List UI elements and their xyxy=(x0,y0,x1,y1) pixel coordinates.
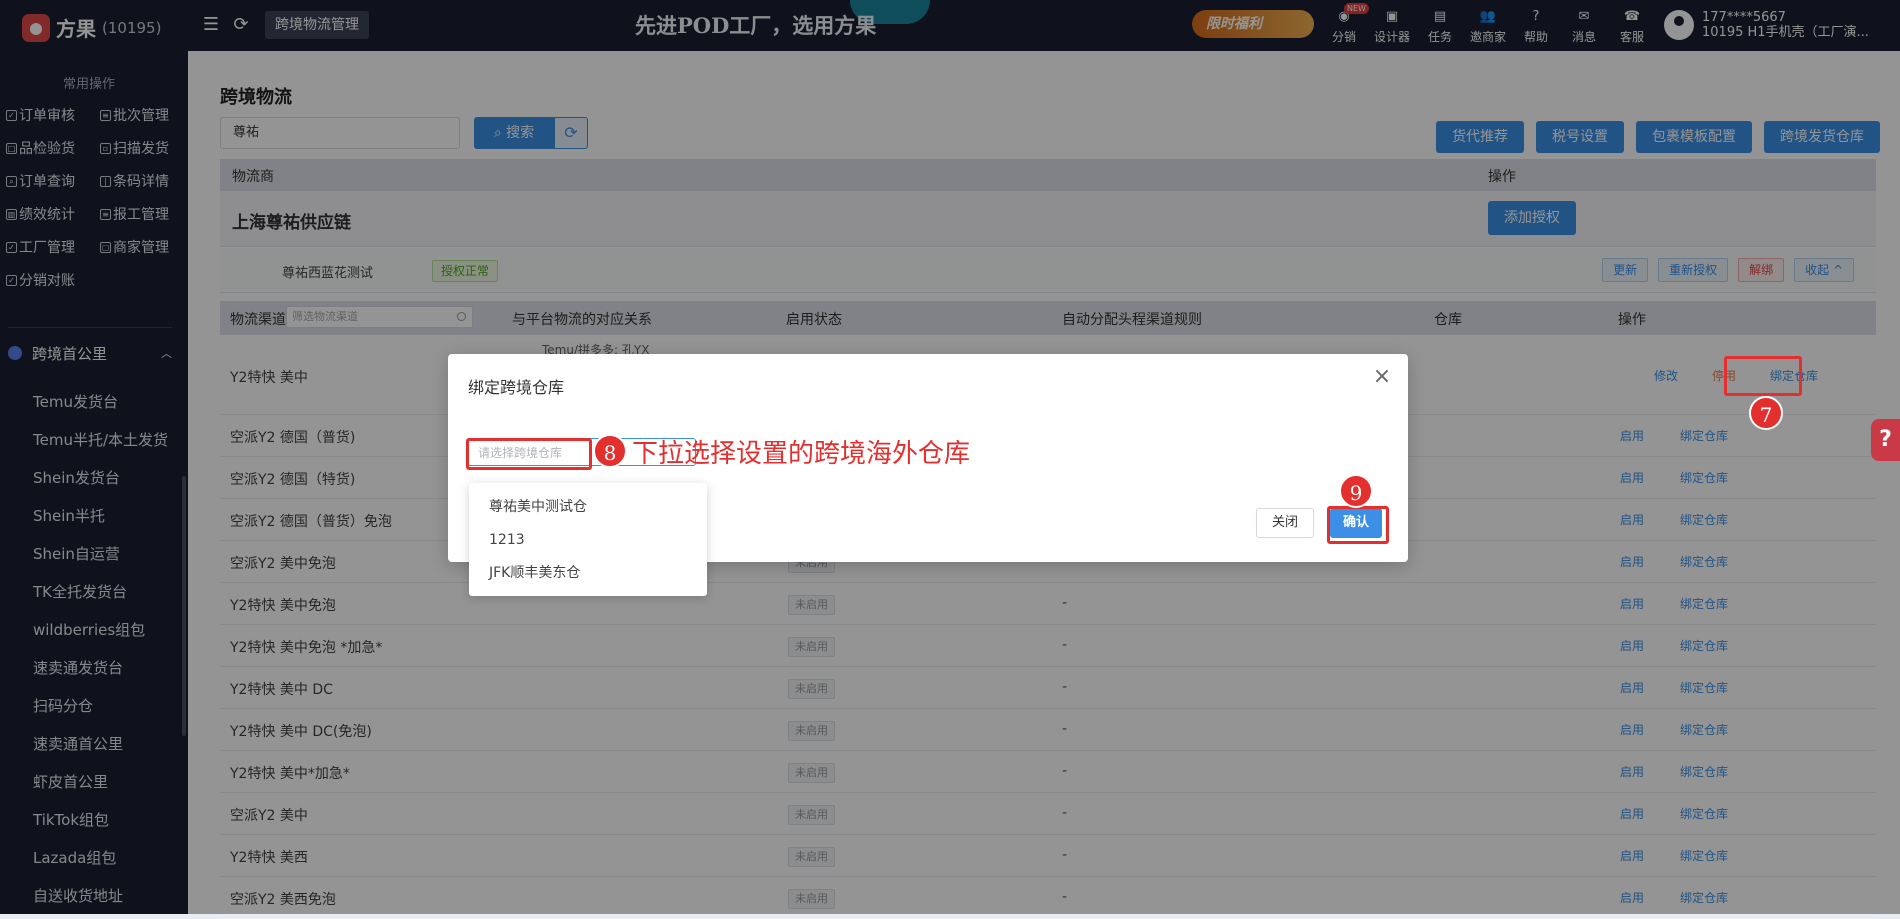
dropdown-option[interactable]: JFK顺丰美东仓 xyxy=(469,557,707,590)
warehouse-dropdown: 尊祐美中测试仓 1213 JFK顺丰美东仓 xyxy=(469,483,707,596)
dialog-title: 绑定跨境仓库 xyxy=(468,378,565,397)
annotation-hint: 下拉选择设置的跨境海外仓库 xyxy=(632,439,971,469)
highlight-bind-warehouse xyxy=(1724,356,1802,396)
dropdown-option[interactable]: 1213 xyxy=(469,524,707,557)
step-badge-9: 9 xyxy=(1339,474,1373,508)
highlight-select xyxy=(466,438,592,470)
highlight-confirm xyxy=(1327,506,1389,544)
step-badge-7: 7 xyxy=(1749,396,1783,430)
dropdown-option[interactable]: 尊祐美中测试仓 xyxy=(469,491,707,524)
step-badge-8: 8 xyxy=(593,434,627,468)
help-float-icon[interactable]: ? xyxy=(1871,419,1900,461)
close-button[interactable]: 关闭 xyxy=(1256,508,1314,538)
close-icon[interactable]: × xyxy=(1372,366,1392,388)
